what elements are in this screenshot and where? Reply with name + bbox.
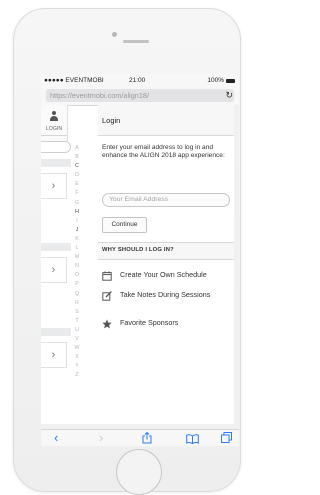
- alphabet-letter[interactable]: V: [72, 335, 82, 344]
- pencil-note-icon: [102, 291, 112, 301]
- list-section-divider: [41, 243, 71, 251]
- email-field[interactable]: Your Email Address: [102, 193, 230, 207]
- alphabet-letter[interactable]: F: [72, 189, 82, 198]
- continue-button[interactable]: Continue: [102, 217, 147, 233]
- vertical-scrollbar[interactable]: [234, 105, 239, 424]
- list-section-divider: [41, 159, 71, 167]
- battery-percent: 100%: [207, 77, 224, 84]
- tabs-icon[interactable]: [221, 432, 232, 446]
- alphabet-letter[interactable]: H: [72, 208, 82, 217]
- feature-sponsors: Favorite Sponsors: [102, 318, 238, 329]
- feature-label: Favorite Sponsors: [120, 318, 179, 327]
- login-title: Login: [102, 116, 121, 125]
- alphabet-letter[interactable]: Q: [72, 290, 82, 299]
- alphabet-letter[interactable]: D: [72, 171, 82, 180]
- login-header: Login: [98, 105, 239, 136]
- alphabet-letter[interactable]: P: [72, 280, 82, 289]
- alphabet-letter[interactable]: I: [72, 217, 82, 226]
- alphabet-letter[interactable]: B: [72, 153, 82, 162]
- calendar-icon: [102, 271, 112, 281]
- alphabet-letter[interactable]: Z: [72, 371, 82, 380]
- list-item-chevron-icon[interactable]: ›: [41, 257, 67, 283]
- battery-icon: [226, 78, 235, 83]
- alphabet-letter[interactable]: N: [72, 262, 82, 271]
- url-field[interactable]: https://eventmobi.com/align18/: [46, 89, 234, 102]
- reload-icon[interactable]: ↻: [225, 89, 233, 102]
- why-login-header: WHY SHOULD I LOG IN?: [98, 242, 239, 260]
- alphabet-letter[interactable]: W: [72, 344, 82, 353]
- battery-indicator: 100%: [207, 77, 235, 84]
- alphabet-letter[interactable]: A: [72, 144, 82, 153]
- earpiece-speaker: [123, 40, 149, 43]
- login-panel: Login Enter your email address to log in…: [98, 105, 239, 424]
- alphabet-letter[interactable]: U: [72, 326, 82, 335]
- login-intro-text: Enter your email address to log in and e…: [102, 144, 225, 160]
- list-item-chevron-icon[interactable]: ›: [41, 173, 67, 199]
- alphabet-letter[interactable]: C: [72, 162, 82, 171]
- alphabet-letter[interactable]: L: [72, 244, 82, 253]
- clock: 21:00: [129, 77, 146, 84]
- feature-notes: Take Notes During Sessions: [102, 290, 238, 309]
- alphabet-letter[interactable]: S: [72, 308, 82, 317]
- alphabet-letter[interactable]: R: [72, 299, 82, 308]
- share-icon[interactable]: [142, 431, 152, 446]
- alphabet-letter[interactable]: K: [72, 235, 82, 244]
- bookmarks-icon[interactable]: [186, 433, 199, 446]
- feature-label: Create Your Own Schedule: [120, 270, 207, 279]
- alphabet-letter[interactable]: X: [72, 353, 82, 362]
- list-item-chevron-icon[interactable]: ›: [41, 342, 67, 368]
- carrier-label: ●●●●● EVENTMOBI: [44, 77, 104, 84]
- feature-schedule: Create Your Own Schedule: [102, 270, 238, 281]
- list-panel: › › › ABCDEFGHIJKLMNOPQRSTUVWXYZ: [41, 105, 101, 425]
- alphabet-index[interactable]: ABCDEFGHIJKLMNOPQRSTUVWXYZ: [72, 144, 82, 380]
- phone-frame: ●●●●● EVENTMOBI 21:00 100% https://event…: [13, 8, 241, 495]
- forward-icon[interactable]: ›: [99, 431, 103, 445]
- browser-toolbar: ‹ ›: [41, 429, 239, 446]
- front-camera: [112, 32, 117, 37]
- status-bar: ●●●●● EVENTMOBI 21:00 100%: [41, 74, 239, 87]
- phone-screen: ●●●●● EVENTMOBI 21:00 100% https://event…: [41, 74, 239, 446]
- alphabet-letter[interactable]: J: [72, 226, 82, 235]
- alphabet-letter[interactable]: Y: [72, 362, 82, 371]
- home-button[interactable]: [116, 449, 162, 495]
- alphabet-letter[interactable]: E: [72, 180, 82, 189]
- alphabet-letter[interactable]: O: [72, 271, 82, 280]
- list-search-input[interactable]: [41, 141, 71, 153]
- list-section-divider: [41, 328, 71, 336]
- address-bar: https://eventmobi.com/align18/ ↻: [41, 87, 239, 106]
- star-icon: [102, 319, 112, 329]
- alphabet-letter[interactable]: M: [72, 253, 82, 262]
- feature-label: Take Notes During Sessions: [120, 290, 211, 299]
- back-icon[interactable]: ‹: [54, 431, 58, 445]
- alphabet-letter[interactable]: G: [72, 199, 82, 208]
- alphabet-letter[interactable]: T: [72, 317, 82, 326]
- why-login-title: WHY SHOULD I LOG IN?: [102, 247, 174, 253]
